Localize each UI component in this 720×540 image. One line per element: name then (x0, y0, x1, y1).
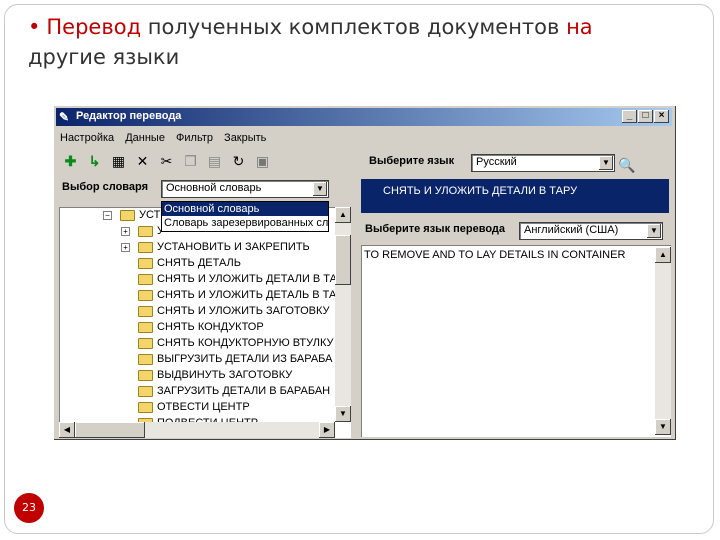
folder-icon (138, 241, 153, 253)
pen-icon: ✎ (59, 110, 70, 124)
dictionary-selected-value: Основной словарь (166, 182, 262, 194)
tree-item[interactable]: СНЯТЬ ДЕТАЛЬ (138, 257, 241, 273)
scroll-down-icon[interactable]: ▼ (655, 419, 671, 435)
tree-horizontal-scrollbar[interactable]: ◀ ▶ (59, 422, 335, 438)
toolbar: ✚ ↳ ▦ ✕ ✂ ❐ ▤ ↻ ▣ (56, 149, 352, 173)
scroll-up-icon[interactable]: ▲ (655, 247, 671, 263)
tree-item[interactable]: СНЯТЬ И УЛОЖИТЬ ДЕТАЛИ В ТА (138, 273, 337, 289)
menu-data[interactable]: Данные (121, 129, 169, 147)
paste-icon[interactable]: ▤ (204, 151, 225, 171)
tree-item[interactable]: СНЯТЬ И УЛОЖИТЬ ДЕТАЛЬ В ТА (138, 289, 336, 305)
translation-editor-window: ✎ Редактор перевода _ □ × Настройка Данн… (53, 105, 675, 439)
translation-text: TO REMOVE AND TO LAY DETAILS IN CONTAINE… (364, 249, 626, 261)
folder-icon (120, 209, 135, 221)
source-language-select[interactable]: Русский ▼ (471, 154, 615, 172)
properties-icon[interactable]: ▦ (108, 151, 129, 171)
tree-item[interactable]: ОТВЕСТИ ЦЕНТР (138, 401, 250, 417)
scroll-thumb[interactable] (75, 422, 145, 438)
tree-item[interactable]: ЗАГРУЗИТЬ ДЕТАЛИ В БАРАБАН (138, 385, 330, 401)
title-highlight-1: Перевод (46, 15, 142, 39)
add-child-icon[interactable]: ↳ (84, 151, 105, 171)
add-icon[interactable]: ✚ (60, 151, 81, 171)
dictionary-dropdown-list: Основной словарь Словарь зарезервированн… (161, 201, 329, 232)
dictionary-option[interactable]: Основной словарь (162, 202, 328, 216)
translation-text-box[interactable]: TO REMOVE AND TO LAY DETAILS IN CONTAINE… (361, 245, 671, 437)
folder-icon (138, 321, 153, 333)
scroll-left-icon[interactable]: ◀ (59, 422, 75, 438)
title-text-2: другие языки (28, 45, 180, 69)
folder-icon (138, 353, 153, 365)
folder-icon (138, 385, 153, 397)
tree-item[interactable]: ВЫГРУЗИТЬ ДЕТАЛИ ИЗ БАРАБА (138, 353, 333, 369)
folder-icon (138, 289, 153, 301)
source-text: СНЯТЬ И УЛОЖИТЬ ДЕТАЛИ В ТАРУ (383, 185, 578, 197)
source-language-label: Выберите язык (369, 155, 455, 167)
folder-icon (138, 257, 153, 269)
title-bar[interactable]: ✎ Редактор перевода _ □ × (56, 108, 672, 126)
tree-item[interactable]: − УСТ (103, 209, 160, 225)
tree-vertical-scrollbar[interactable]: ▲ ▼ (335, 207, 351, 422)
dictionary-select[interactable]: Основной словарь ▼ (161, 180, 329, 198)
source-language-value: Русский (476, 156, 517, 168)
scroll-thumb[interactable] (335, 235, 351, 285)
target-language-select[interactable]: Английский (США) ▼ (519, 222, 663, 240)
expand-icon[interactable]: + (121, 242, 130, 252)
tree-item[interactable]: СНЯТЬ КОНДУКТОРНУЮ ВТУЛКУ (138, 337, 333, 353)
undo-icon[interactable]: ↻ (228, 151, 249, 171)
chevron-down-icon[interactable]: ▼ (647, 224, 661, 238)
menu-settings[interactable]: Настройка (56, 129, 118, 147)
menu-close[interactable]: Закрыть (220, 129, 270, 147)
folder-icon (138, 225, 153, 237)
translation-scrollbar[interactable]: ▲ ▼ (655, 247, 671, 435)
folder-icon (138, 369, 153, 381)
delete-icon[interactable]: ✕ (132, 151, 153, 171)
collapse-icon[interactable]: − (103, 210, 112, 220)
tree-item[interactable]: ВЫДВИНУТЬ ЗАГОТОВКУ (138, 369, 292, 385)
target-language-label: Выберите язык перевода (365, 223, 506, 235)
target-language-value: Английский (США) (524, 224, 619, 236)
tree-item[interactable]: СНЯТЬ И УЛОЖИТЬ ЗАГОТОВКУ (138, 305, 330, 321)
expand-icon[interactable]: + (121, 226, 130, 236)
panel-splitter[interactable] (355, 147, 359, 439)
folder-icon (138, 305, 153, 317)
maximize-button[interactable]: □ (638, 110, 653, 123)
minimize-button[interactable]: _ (622, 110, 637, 123)
source-text-box[interactable]: СНЯТЬ И УЛОЖИТЬ ДЕТАЛИ В ТАРУ (361, 179, 669, 213)
dictionary-option[interactable]: Словарь зарезервированных сл (162, 216, 328, 230)
scroll-up-icon[interactable]: ▲ (335, 207, 351, 223)
cut-icon[interactable]: ✂ (156, 151, 177, 171)
chevron-down-icon[interactable]: ▼ (599, 156, 613, 170)
chevron-down-icon[interactable]: ▼ (313, 182, 327, 196)
export-icon[interactable]: ▣ (252, 151, 273, 171)
menu-bar: Настройка Данные Фильтр Закрыть (56, 129, 270, 147)
folder-icon (138, 337, 153, 349)
dictionary-tree: −УСТ +У +УСТАНОВИТЬ И ЗАКРЕПИТЬ СНЯТЬ ДЕ… (59, 207, 351, 438)
search-icon[interactable]: 🔍 (617, 155, 637, 175)
folder-icon (138, 401, 153, 413)
slide-title: • Перевод полученных комплектов документо… (28, 12, 678, 72)
page-number-badge: 23 (14, 493, 44, 523)
title-highlight-2: на (566, 15, 593, 39)
folder-icon (138, 273, 153, 285)
copy-icon[interactable]: ❐ (180, 151, 201, 171)
window-title: Редактор перевода (76, 110, 182, 122)
title-text-1: полученных комплектов документов (141, 15, 567, 39)
dictionary-label: Выбор словаря (62, 181, 149, 193)
scroll-down-icon[interactable]: ▼ (335, 406, 351, 422)
close-button[interactable]: × (654, 110, 669, 123)
tree-item[interactable]: +У (121, 225, 164, 241)
bullet: • (28, 15, 41, 39)
tree-item[interactable]: СНЯТЬ КОНДУКТОР (138, 321, 264, 337)
tree-item[interactable]: + УСТАНОВИТЬ И ЗАКРЕПИТЬ (121, 241, 310, 257)
scroll-right-icon[interactable]: ▶ (319, 422, 335, 438)
menu-filter[interactable]: Фильтр (172, 129, 217, 147)
